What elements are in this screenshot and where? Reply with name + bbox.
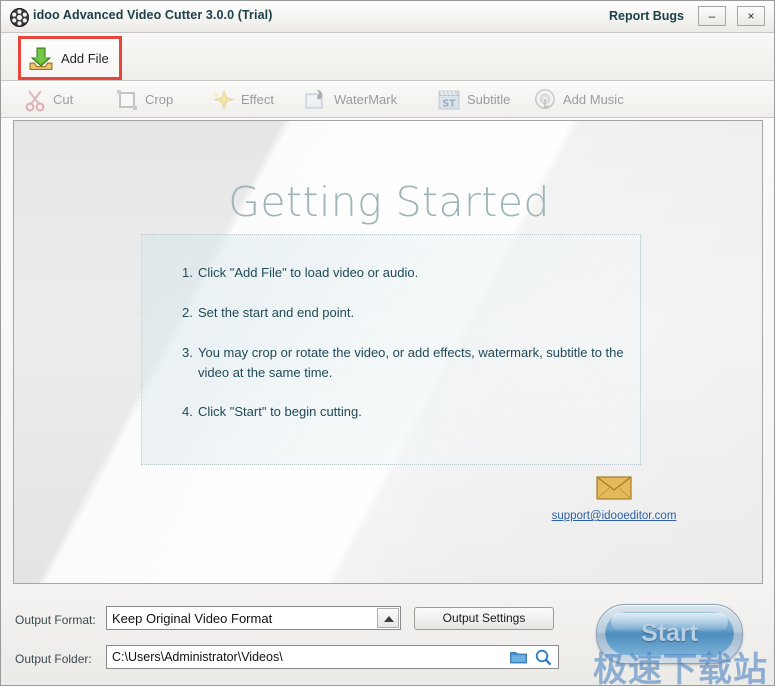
subtitle-clapperboard-icon: ST — [438, 90, 460, 109]
tool-add-music[interactable]: Add Music — [533, 84, 643, 115]
close-icon: × — [747, 9, 755, 23]
minimize-button[interactable]: – — [698, 6, 726, 26]
output-format-label: Output Format: — [15, 613, 96, 627]
output-folder-value: C:\Users\Administrator\Videos\ — [112, 650, 283, 664]
support-block: support@idooeditor.com — [544, 474, 684, 524]
step-text: Click "Start" to begin cutting. — [198, 404, 362, 419]
film-reel-icon — [10, 8, 29, 27]
output-format-value: Keep Original Video Format — [112, 611, 273, 626]
output-format-dropdown-button[interactable] — [377, 608, 399, 628]
tool-cut-label: Cut — [53, 92, 74, 107]
tool-crop[interactable]: Crop — [115, 84, 193, 115]
window-title: idoo Advanced Video Cutter 3.0.0 (Trial) — [33, 8, 273, 22]
step-number: 2. — [182, 305, 193, 320]
magnifier-icon[interactable] — [535, 649, 552, 666]
main-content-panel: Getting Started 1. Click "Add File" to l… — [13, 120, 763, 584]
tool-effect[interactable]: Effect — [211, 84, 299, 115]
close-button[interactable]: × — [737, 6, 765, 26]
download-tray-icon — [29, 47, 53, 70]
add-file-button[interactable]: Add File — [19, 36, 121, 80]
scissors-icon — [25, 90, 45, 112]
support-email-link[interactable]: support@idooeditor.com — [552, 510, 677, 522]
tool-effect-label: Effect — [241, 92, 275, 107]
step-number: 4. — [182, 404, 193, 419]
crop-square-icon — [117, 90, 137, 110]
music-disc-icon — [535, 89, 555, 109]
tool-watermark-label: WaterMark — [334, 92, 398, 107]
minimize-icon: – — [708, 9, 716, 23]
tool-crop-label: Crop — [145, 92, 174, 107]
output-folder-label: Output Folder: — [15, 652, 92, 666]
tab-bar: Add File — [1, 33, 774, 81]
output-settings-button[interactable]: Output Settings — [414, 607, 554, 630]
output-folder-input[interactable]: C:\Users\Administrator\Videos\ — [106, 645, 559, 669]
watermark-stamp-icon — [305, 90, 323, 109]
chevron-up-icon — [384, 616, 394, 622]
envelope-icon — [596, 476, 632, 500]
start-button-inner — [605, 611, 734, 655]
add-file-label: Add File — [61, 51, 109, 66]
instructions-box: 1. Click "Add File" to load video or aud… — [141, 234, 641, 465]
step-text: You may crop or rotate the video, or add… — [198, 345, 624, 380]
tool-row: Cut Crop Effect WaterMark ST Subtitle Ad… — [1, 81, 774, 118]
sparkle-star-icon — [212, 89, 235, 110]
step-number: 3. — [182, 345, 193, 360]
tool-subtitle[interactable]: ST Subtitle — [437, 84, 532, 115]
step-text: Click "Add File" to load video or audio. — [198, 265, 419, 280]
output-format-select[interactable]: Keep Original Video Format — [106, 606, 401, 630]
tool-add-music-label: Add Music — [563, 92, 624, 107]
page-title: Getting Started — [228, 178, 550, 226]
step-text: Set the start and end point. — [198, 305, 355, 320]
folder-open-icon[interactable] — [510, 650, 527, 664]
step-number: 1. — [182, 265, 193, 280]
title-bar: idoo Advanced Video Cutter 3.0.0 (Trial)… — [1, 1, 774, 33]
svg-text:ST: ST — [442, 98, 456, 109]
start-button[interactable]: Start — [596, 604, 743, 664]
tool-watermark[interactable]: WaterMark — [304, 84, 429, 115]
report-bugs-link[interactable]: Report Bugs — [609, 9, 684, 23]
application-window: idoo Advanced Video Cutter 3.0.0 (Trial)… — [0, 0, 775, 686]
tool-subtitle-label: Subtitle — [467, 92, 511, 107]
tool-cut[interactable]: Cut — [23, 84, 91, 115]
